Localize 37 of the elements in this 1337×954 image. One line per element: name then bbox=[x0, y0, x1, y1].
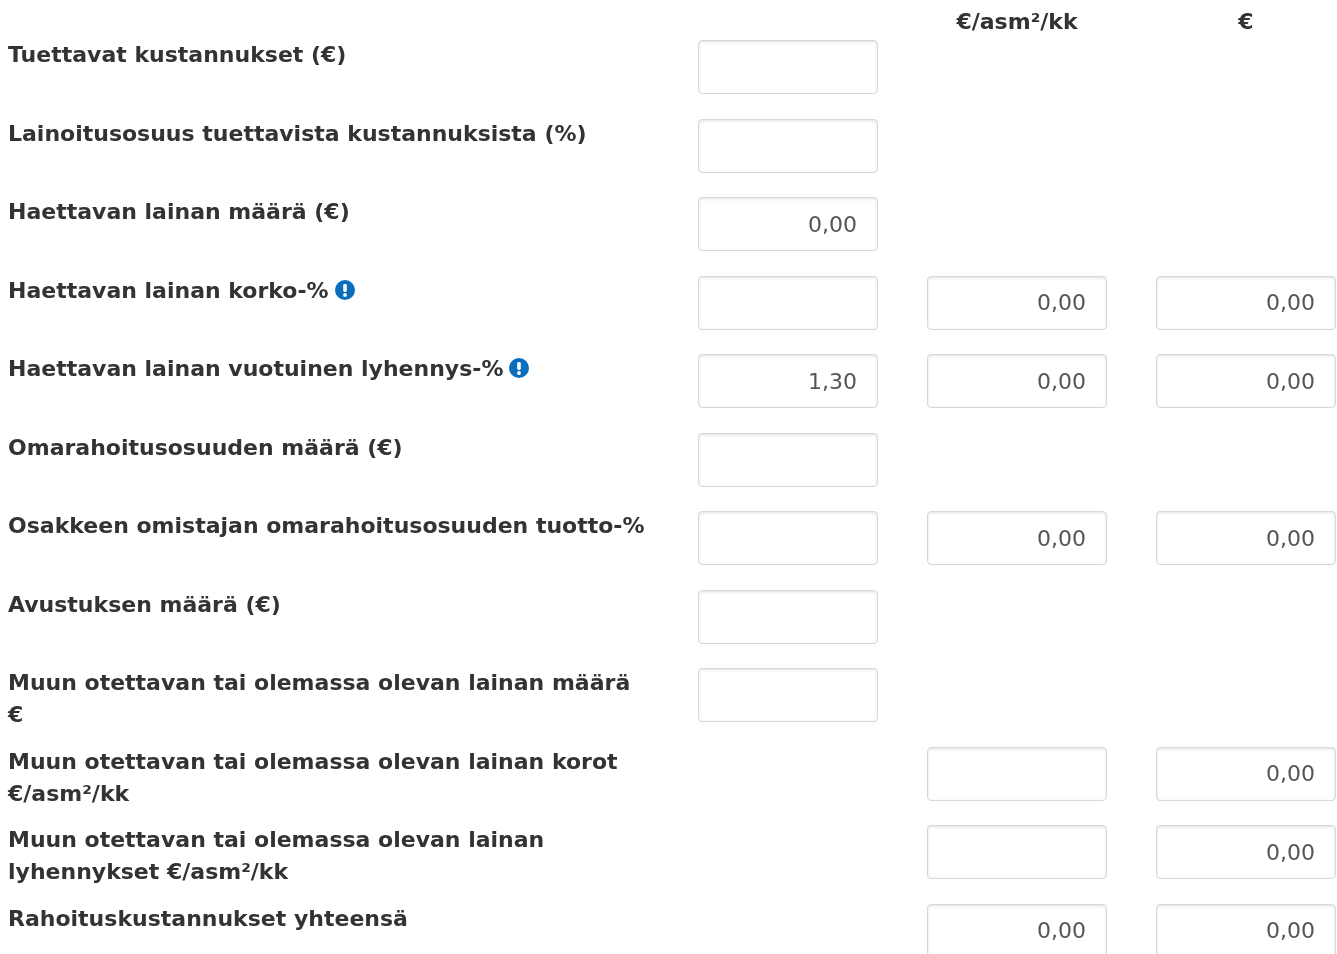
input-field[interactable]: 0,00 bbox=[1156, 903, 1336, 954]
field-label: Haettavan lainan määrä (€) bbox=[8, 199, 350, 224]
field-label: Muun otettavan tai olemassa olevan lainan lyhennykset €/asm²/kk bbox=[8, 827, 545, 884]
field-label: Rahoituskustannukset yhteensä bbox=[8, 905, 408, 931]
column-header: €/asm²/kk bbox=[955, 8, 1079, 36]
column-header: € bbox=[1237, 8, 1255, 36]
input-field[interactable] bbox=[927, 746, 1107, 801]
input-field[interactable]: 1,30 bbox=[698, 354, 878, 408]
input-field[interactable] bbox=[698, 275, 878, 330]
input-field[interactable]: 0,00 bbox=[698, 197, 878, 251]
input-field[interactable] bbox=[698, 589, 878, 644]
input-field[interactable] bbox=[698, 40, 878, 94]
input-field[interactable]: 0,00 bbox=[927, 275, 1107, 330]
input-field[interactable] bbox=[698, 432, 878, 487]
field-label: Muun otettavan tai olemassa olevan lainan korot €/asm²/kk bbox=[8, 748, 618, 806]
field-label: Tuettavat kustannukset (€) bbox=[8, 42, 347, 67]
field-label: Omarahoitusosuuden määrä (€) bbox=[8, 434, 403, 460]
field-label: Avustuksen määrä (€) bbox=[8, 591, 281, 617]
input-field[interactable]: 0,00 bbox=[1156, 354, 1336, 408]
input-field[interactable] bbox=[698, 118, 878, 173]
field-label: Muun otettavan tai olemassa olevan lainan määrä € bbox=[8, 670, 631, 727]
input-field[interactable] bbox=[698, 668, 878, 722]
input-field[interactable]: 0,00 bbox=[1156, 825, 1336, 879]
input-field[interactable] bbox=[698, 511, 878, 565]
input-field[interactable]: 0,00 bbox=[1156, 275, 1336, 330]
input-field[interactable] bbox=[927, 825, 1107, 879]
field-label: Haettavan lainan korko-% bbox=[8, 277, 329, 303]
input-field[interactable]: 0,00 bbox=[1156, 511, 1336, 565]
input-field[interactable]: 0,00 bbox=[1156, 746, 1336, 801]
field-label: Osakkeen omistajan omarahoitusosuuden tuotto-% bbox=[8, 513, 645, 538]
field-label: Haettavan lainan vuotuinen lyhennys-% bbox=[8, 356, 504, 381]
field-label: Lainoitusosuus tuettavista kustannuksista (%) bbox=[8, 120, 587, 146]
input-field[interactable]: 0,00 bbox=[927, 511, 1107, 565]
input-field[interactable]: 0,00 bbox=[927, 354, 1107, 408]
exclamation-icon[interactable] bbox=[334, 279, 355, 300]
input-field[interactable]: 0,00 bbox=[927, 903, 1107, 954]
exclamation-icon[interactable] bbox=[509, 358, 530, 378]
